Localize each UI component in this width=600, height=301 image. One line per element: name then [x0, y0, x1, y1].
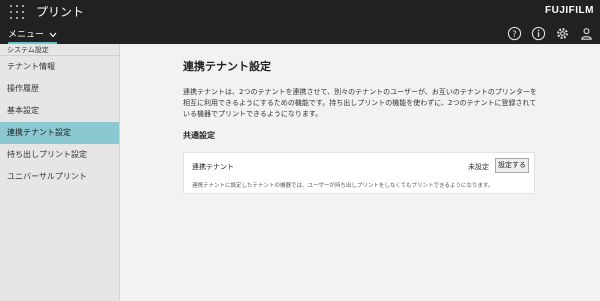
menu-bar: メニュー ?	[0, 24, 600, 44]
sidebar-section-system-settings: システム設定	[0, 44, 119, 56]
sidebar-item-linked-tenant-settings[interactable]: 連携テナント設定	[0, 122, 119, 144]
sidebar: システム設定 テナント情報 操作履歴 基本設定 連携テナント設定 持ち出しプリン…	[0, 44, 120, 301]
app-title: プリント	[36, 5, 85, 19]
user-icon[interactable]	[579, 26, 594, 41]
page-title: 連携テナント設定	[183, 60, 271, 73]
linked-tenant-note: 連携テナントに設定したテナントの機器では、ユーザーが持ち出しプリントをしなくても…	[192, 183, 494, 189]
sidebar-item-basic-settings[interactable]: 基本設定	[0, 100, 119, 122]
brand-logo: FUJIFILM	[545, 5, 594, 16]
sidebar-item-takeout-print-settings[interactable]: 持ち出しプリント設定	[0, 144, 119, 166]
help-icon[interactable]: ?	[507, 26, 522, 41]
main-content: 連携テナント設定 連携テナントは、2つのテナントを連携させて、別々のテナントのユ…	[121, 44, 600, 301]
grid-icon[interactable]	[10, 5, 24, 19]
top-header: プリント FUJIFILM	[0, 0, 600, 24]
section-title: 共通設定	[183, 131, 215, 140]
configure-button[interactable]: 設定する	[495, 158, 529, 173]
page-description: 連携テナントは、2つのテナントを連携させて、別々のテナントのユーザーが、お互いの…	[183, 88, 537, 118]
svg-text:?: ?	[512, 29, 516, 39]
sidebar-item-tenant-info[interactable]: テナント情報	[0, 56, 119, 78]
sidebar-item-universal-print[interactable]: ユニバーサルプリント	[0, 166, 119, 188]
info-icon[interactable]	[531, 26, 546, 41]
linked-tenant-card: 連携テナント 未設定 設定する 連携テナントに設定したテナントの機器では、ユーザ…	[183, 152, 535, 194]
settings-icon[interactable]	[555, 26, 570, 41]
chevron-down-icon	[49, 32, 57, 37]
header-actions: ?	[507, 26, 594, 41]
menu-label: メニュー	[8, 30, 45, 40]
linked-tenant-label: 連携テナント	[192, 163, 234, 171]
menu-toggle-button[interactable]: メニュー	[8, 27, 57, 44]
status-text: 未設定	[468, 163, 489, 171]
sidebar-item-operation-history[interactable]: 操作履歴	[0, 78, 119, 100]
